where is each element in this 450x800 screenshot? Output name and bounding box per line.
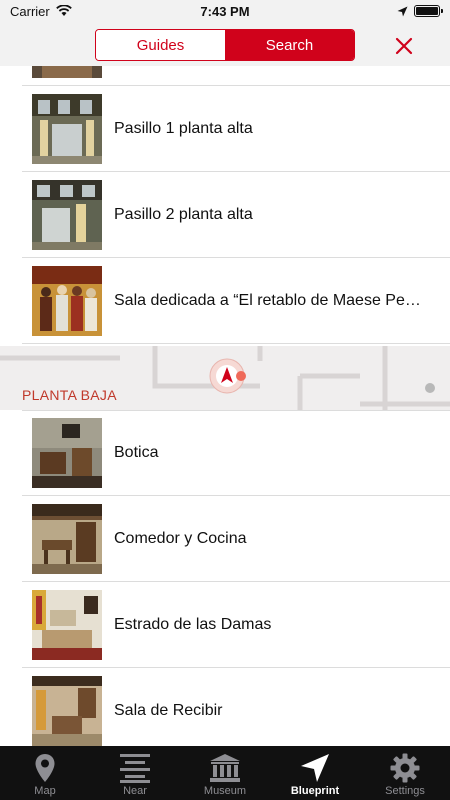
item-thumbnail	[32, 589, 102, 660]
list-item[interactable]: Pasillo 2 planta alta	[22, 172, 450, 258]
tab-bar: Map Near Museum Blueprint Settings	[0, 746, 450, 800]
battery-icon	[414, 5, 443, 17]
tab-label: Near	[123, 785, 147, 797]
list-item-partial[interactable]	[22, 66, 450, 86]
item-label: Estrado de las Damas	[114, 615, 272, 633]
item-label: Pasillo 1 planta alta	[114, 119, 253, 137]
item-thumbnail	[32, 503, 102, 574]
item-label: Comedor y Cocina	[114, 529, 247, 547]
location-arrow-icon	[397, 6, 408, 16]
item-label: Sala de Recibir	[114, 701, 223, 719]
map-pin-icon	[35, 754, 55, 782]
status-right	[397, 5, 443, 17]
carrier-label: Carrier	[10, 3, 50, 19]
list-item[interactable]: Botica	[22, 410, 450, 496]
list-item[interactable]: Pasillo 1 planta alta	[22, 86, 450, 172]
tab-near[interactable]: Near	[90, 746, 180, 800]
gear-icon	[390, 753, 420, 783]
status-left: Carrier	[10, 4, 72, 19]
item-thumbnail	[32, 418, 102, 488]
list-item[interactable]: Sala dedicada a “El retablo de Maese Pe…	[22, 258, 450, 344]
close-icon	[395, 37, 413, 55]
search-tab[interactable]: Search	[225, 30, 354, 60]
item-label: Sala dedicada a “El retablo de Maese Pe…	[114, 291, 421, 309]
wifi-icon	[55, 5, 72, 16]
item-label: Pasillo 2 planta alta	[114, 205, 253, 223]
section-header: PLANTA BAJA	[22, 387, 117, 403]
tab-settings[interactable]: Settings	[360, 746, 450, 800]
tab-museum[interactable]: Museum	[180, 746, 270, 800]
tab-map[interactable]: Map	[0, 746, 90, 800]
tab-label: Settings	[385, 785, 425, 797]
tab-blueprint[interactable]: Blueprint	[270, 746, 360, 800]
item-label: Botica	[114, 444, 159, 461]
museum-icon	[210, 754, 240, 782]
tab-label: Map	[34, 785, 56, 797]
list-item[interactable]: Sala de Recibir	[22, 668, 450, 746]
item-thumbnail	[32, 66, 102, 78]
results-list: Pasillo 1 planta alta Pasillo 2 planta a…	[0, 66, 450, 746]
navigation-arrow-icon[interactable]	[207, 356, 247, 396]
tab-label: Blueprint	[290, 785, 340, 797]
list-icon	[120, 754, 150, 783]
item-thumbnail	[32, 675, 102, 746]
nav-bar: Guides Search	[0, 22, 450, 66]
item-thumbnail	[32, 93, 102, 164]
navigation-arrow-icon	[301, 754, 329, 782]
map-point-icon	[425, 383, 435, 393]
status-bar: Carrier 7:43 PM	[0, 0, 450, 22]
battery-fill	[416, 7, 438, 15]
list-item[interactable]: Estrado de las Damas	[22, 582, 450, 668]
item-thumbnail	[32, 265, 102, 336]
list-item[interactable]: Comedor y Cocina	[22, 496, 450, 582]
guides-tab[interactable]: Guides	[96, 30, 225, 60]
tab-label: Museum	[203, 785, 247, 797]
guides-search-segmented-control: Guides Search	[95, 29, 355, 61]
close-button[interactable]	[390, 32, 418, 60]
item-thumbnail	[32, 179, 102, 250]
